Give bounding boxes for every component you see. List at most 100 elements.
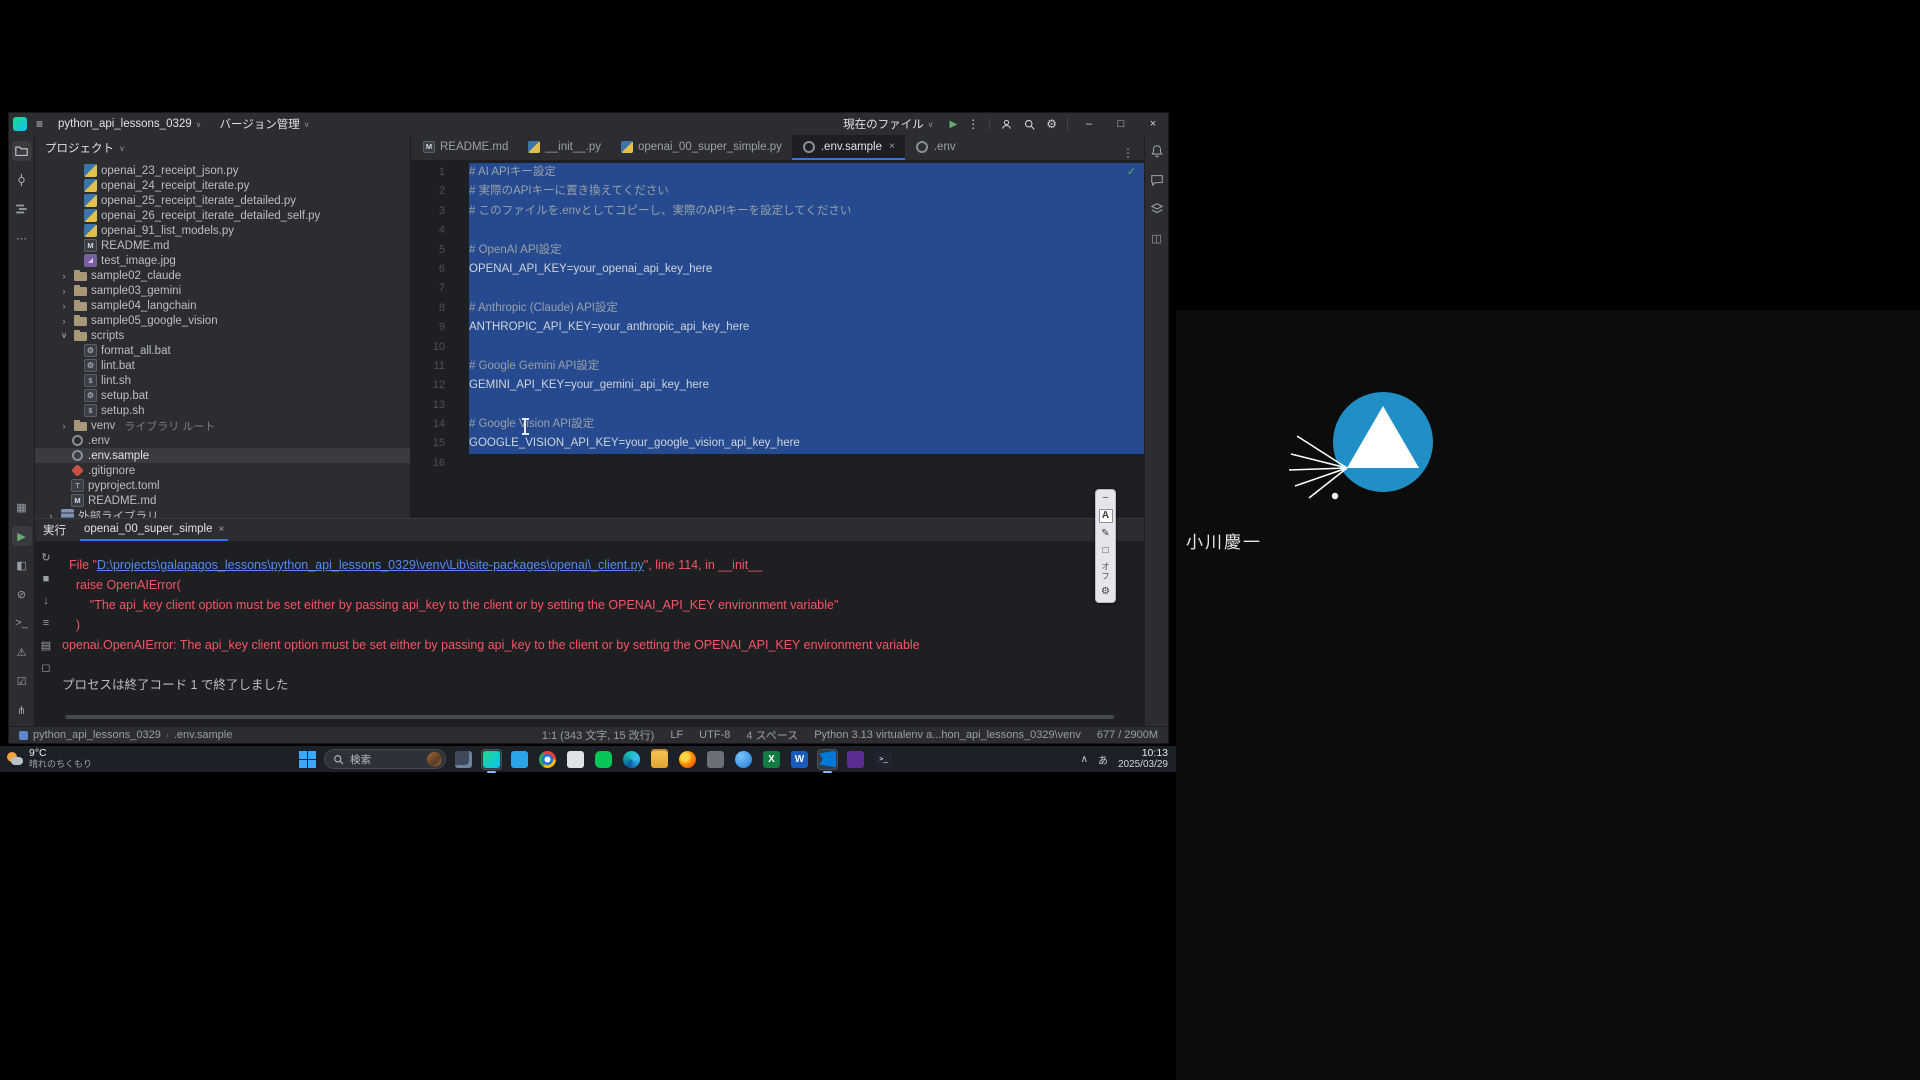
project-widget[interactable]: python_api_lessons_0329 ∨: [52, 117, 208, 131]
taskbar-clock[interactable]: 10:13 2025/03/29: [1118, 748, 1168, 770]
tree-item-openai-26-receipt-iterate-detailed-self-py[interactable]: openai_26_receipt_iterate_detailed_self.…: [35, 208, 410, 223]
off-toggle-label[interactable]: オフ: [1098, 562, 1113, 581]
chevron-right-icon[interactable]: ›: [58, 421, 70, 431]
run-panel-title[interactable]: 実行: [43, 522, 66, 538]
collapse-button[interactable]: –: [1098, 492, 1113, 504]
commit-icon[interactable]: [12, 170, 32, 190]
traceback-file-link[interactable]: D:\projects\galapagos_lessons\python_api…: [97, 558, 644, 572]
caret-position[interactable]: 1:1 (343 文字, 15 改行): [542, 727, 655, 743]
word-icon[interactable]: W: [789, 749, 810, 770]
tab-openai-00-super-simple-py[interactable]: openai_00_super_simple.py: [611, 135, 792, 160]
tree-item-gitignore[interactable]: .gitignore: [35, 463, 410, 478]
line-separator[interactable]: LF: [670, 729, 683, 741]
file-encoding[interactable]: UTF-8: [699, 729, 730, 741]
tree-item-sample05-google-vision[interactable]: ›sample05_google_vision: [35, 313, 410, 328]
todo-tool-icon[interactable]: ☑: [12, 671, 32, 691]
code-with-me-user-icon[interactable]: [1000, 118, 1013, 131]
search-highlight-image[interactable]: [427, 752, 442, 767]
version-control-icon[interactable]: ⋔: [12, 700, 32, 720]
status-widget-icon[interactable]: [19, 731, 28, 740]
blue-round-app-icon[interactable]: [733, 749, 754, 770]
debug-tool-icon[interactable]: ◧: [12, 555, 32, 575]
taskbar-weather-widget[interactable]: 9°C 晴れのちくもり: [6, 748, 92, 770]
tree-item-env[interactable]: .env: [35, 433, 410, 448]
tab-init-py[interactable]: __init__.py: [518, 135, 611, 160]
maximize-button[interactable]: □: [1110, 118, 1132, 130]
database-icon[interactable]: [1147, 199, 1167, 219]
vscode-icon[interactable]: [817, 749, 838, 770]
run-tab[interactable]: openai_00_super_simple ×: [80, 519, 228, 541]
terminal-tool-icon[interactable]: >_: [12, 613, 32, 633]
tree-item-lint-sh[interactable]: lint.sh: [35, 373, 410, 388]
run-console[interactable]: File "D:\projects\galapagos_lessons\pyth…: [57, 541, 1144, 726]
tree-item-sample03-gemini[interactable]: ›sample03_gemini: [35, 283, 410, 298]
close-icon[interactable]: ×: [219, 524, 225, 535]
run-button[interactable]: ▶: [950, 119, 958, 130]
tree-item-venv[interactable]: ›venvライブラリ ルート: [35, 418, 410, 433]
tree-item-setup-sh[interactable]: setup.sh: [35, 403, 410, 418]
ime-indicator[interactable]: あ: [1098, 752, 1108, 767]
chevron-right-icon[interactable]: ›: [58, 271, 70, 281]
gray-app-icon[interactable]: [705, 749, 726, 770]
python-packages-icon[interactable]: ▦: [12, 497, 32, 517]
excel-icon[interactable]: X: [761, 749, 782, 770]
tree-item-test-image-jpg[interactable]: test_image.jpg: [35, 253, 410, 268]
gradle-icon[interactable]: ◫: [1147, 228, 1167, 248]
chevron-right-icon[interactable]: ›: [58, 286, 70, 296]
tree-item-pyproject-toml[interactable]: pyproject.toml: [35, 478, 410, 493]
breadcrumb-project[interactable]: python_api_lessons_0329: [33, 729, 161, 741]
tree-item-readme-md[interactable]: README.md: [35, 493, 410, 508]
tree-item-lint-bat[interactable]: lint.bat: [35, 358, 410, 373]
print-icon[interactable]: ▤: [38, 637, 54, 653]
project-folder-icon[interactable]: [12, 141, 32, 161]
ai-assistant-icon[interactable]: [1147, 170, 1167, 190]
stop-icon[interactable]: ■: [38, 571, 54, 587]
search-everywhere-icon[interactable]: [1023, 118, 1036, 131]
text-tool-button[interactable]: A: [1099, 509, 1113, 523]
notepad-app-icon[interactable]: [565, 749, 586, 770]
chevron-right-icon[interactable]: ›: [45, 511, 57, 519]
run-tool-icon[interactable]: ▶: [12, 526, 32, 546]
services-tool-icon[interactable]: ⊘: [12, 584, 32, 604]
shape-tool-button[interactable]: □: [1098, 545, 1113, 557]
memory-indicator[interactable]: 677 / 2900M: [1097, 729, 1158, 741]
python-interpreter[interactable]: Python 3.13 virtualenv a...hon_api_lesso…: [814, 729, 1081, 741]
soft-wrap-icon[interactable]: ≡: [38, 615, 54, 631]
console-horizontal-scrollbar[interactable]: [65, 715, 1114, 719]
tree-item-sample02-claude[interactable]: ›sample02_claude: [35, 268, 410, 283]
tray-chevron-icon[interactable]: ∧: [1081, 754, 1088, 765]
tree-item-item[interactable]: ›外部ライブラリ: [35, 508, 410, 518]
tree-item-readme-md[interactable]: README.md: [35, 238, 410, 253]
indent-style[interactable]: 4 スペース: [746, 727, 798, 743]
tab-readme-md[interactable]: README.md: [413, 135, 518, 160]
tab-env-sample[interactable]: .env.sample×: [792, 135, 905, 160]
taskbar-search-box[interactable]: 検索: [324, 749, 446, 769]
hamburger-menu-icon[interactable]: ≡: [33, 117, 46, 131]
notifications-bell-icon[interactable]: [1147, 141, 1167, 161]
annot-settings-button[interactable]: ⚙: [1098, 586, 1113, 598]
tab-list-icon[interactable]: ⋮: [1112, 146, 1144, 160]
close-icon[interactable]: ×: [889, 141, 895, 152]
vcs-widget[interactable]: バージョン管理 ∨: [214, 115, 316, 133]
visual-studio-icon[interactable]: [845, 749, 866, 770]
rerun-icon[interactable]: ↻: [38, 549, 54, 565]
chevron-right-icon[interactable]: ›: [58, 316, 70, 326]
settings-gear-icon[interactable]: ⚙: [1046, 117, 1057, 131]
chrome-icon[interactable]: [537, 749, 558, 770]
chevron-down-icon[interactable]: ∨: [58, 330, 70, 341]
firefox-icon[interactable]: [677, 749, 698, 770]
edge-icon[interactable]: [621, 749, 642, 770]
tree-item-scripts[interactable]: ∨scripts: [35, 328, 410, 343]
task-view-icon[interactable]: [453, 749, 474, 770]
breadcrumb-file[interactable]: .env.sample: [174, 729, 233, 741]
tree-item-sample04-langchain[interactable]: ›sample04_langchain: [35, 298, 410, 313]
start-button[interactable]: [298, 750, 317, 769]
chevron-right-icon[interactable]: ›: [58, 301, 70, 311]
powershell-icon[interactable]: >_: [873, 749, 894, 770]
scroll-to-end-icon[interactable]: ↓: [38, 593, 54, 609]
pycharm-icon[interactable]: [481, 749, 502, 770]
tree-item-openai-23-receipt-json-py[interactable]: openai_23_receipt_json.py: [35, 163, 410, 178]
code-editor[interactable]: ✓ 1# AI APIキー設定2# 実際のAPIキーに置き換えてください3# こ…: [411, 161, 1144, 518]
tree-item-format-all-bat[interactable]: format_all.bat: [35, 343, 410, 358]
run-config-widget[interactable]: 現在のファイル ∨: [837, 115, 939, 133]
